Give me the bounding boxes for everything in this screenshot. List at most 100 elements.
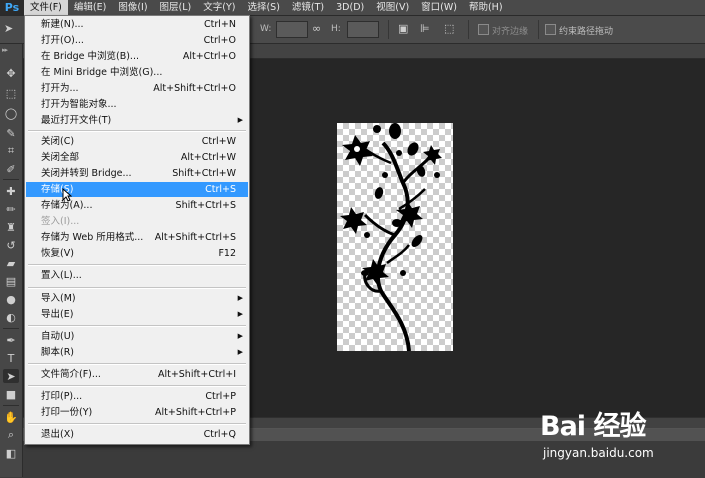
menu-item-automate[interactable]: 自动(U) ▶	[26, 329, 248, 344]
menu-item-label: 自动(U)	[41, 331, 75, 342]
align-edges-label: 对齐边缘	[492, 27, 529, 37]
submenu-arrow-icon: ▶	[237, 332, 243, 340]
menu-item-open-recent[interactable]: 最近打开文件(T) ▶	[26, 113, 248, 128]
move-tool-icon[interactable]: ✥	[3, 66, 19, 80]
menu-separator	[28, 130, 246, 132]
dodge-tool-icon[interactable]: ◐	[3, 310, 19, 324]
options-separator	[468, 20, 469, 39]
menu-item-open[interactable]: 打开(O)... Ctrl+O	[26, 33, 248, 48]
menu-item-place[interactable]: 置入(L)...	[26, 268, 248, 283]
move-tool-icon[interactable]: ➤	[4, 22, 13, 35]
menu-item-print-one-copy[interactable]: 打印一份(Y) Alt+Shift+Ctrl+P	[26, 405, 248, 420]
menu-separator	[28, 385, 246, 387]
menu-type[interactable]: 文字(Y)	[197, 0, 241, 15]
menu-separator	[28, 325, 246, 327]
menu-item-revert[interactable]: 恢复(V) F12	[26, 246, 248, 261]
menu-item-label: 打印(P)...	[41, 391, 83, 402]
menu-separator	[28, 423, 246, 425]
menu-file[interactable]: 文件(F)	[24, 0, 68, 15]
menu-separator	[28, 363, 246, 365]
path-selection-tool-icon[interactable]: ➤	[3, 369, 19, 383]
menu-filter[interactable]: 滤镜(T)	[286, 0, 330, 15]
blur-tool-icon[interactable]: ●	[3, 292, 19, 306]
menu-item-label: 导入(M)	[41, 293, 76, 304]
path-arrangement-icon[interactable]: ⬚	[444, 22, 454, 35]
menu-separator	[28, 287, 246, 289]
crop-tool-icon[interactable]: ⌗	[3, 144, 19, 158]
menu-item-shortcut: Alt+Ctrl+O	[182, 51, 236, 62]
constrain-path-checkbox[interactable]	[545, 24, 556, 35]
menu-item-shortcut: F12	[218, 248, 236, 259]
menu-item-export[interactable]: 导出(E) ▶	[26, 307, 248, 322]
brush-tool-icon[interactable]: ✏	[3, 202, 19, 216]
menu-item-print[interactable]: 打印(P)... Ctrl+P	[26, 389, 248, 404]
menu-item-new[interactable]: 新建(N)... Ctrl+N	[26, 17, 248, 32]
menu-item-save[interactable]: 存储(S) Ctrl+S	[26, 182, 248, 197]
menu-item-label: 打开(O)...	[41, 35, 84, 46]
menu-item-shortcut: Ctrl+O	[203, 35, 236, 46]
menu-view[interactable]: 视图(V)	[370, 0, 415, 15]
history-brush-tool-icon[interactable]: ↺	[3, 238, 19, 252]
menu-item-label: 打开为智能对象...	[41, 99, 117, 110]
eyedropper-tool-icon[interactable]: ✐	[3, 162, 19, 176]
watermark: Bai 经验 jingyan.baidu.com	[540, 400, 705, 477]
path-operations-icon[interactable]: ▣	[398, 22, 408, 35]
gradient-tool-icon[interactable]: ▤	[3, 274, 19, 288]
tools-panel: ▸▸ ✥ ⬚ ◯ ✎ ⌗ ✐ ✚ ✏ ♜ ↺ ▰ ▤ ● ◐ ✒ T ➤ ■ ✋…	[0, 44, 23, 477]
menu-item-close-all[interactable]: 关闭全部 Alt+Ctrl+W	[26, 150, 248, 165]
lasso-tool-icon[interactable]: ◯	[3, 106, 19, 120]
menu-item-open-as-smart-object[interactable]: 打开为智能对象...	[26, 97, 248, 112]
menu-item-close[interactable]: 关闭(C) Ctrl+W	[26, 134, 248, 149]
pen-tool-icon[interactable]: ✒	[3, 333, 19, 347]
menu-edit[interactable]: 编辑(E)	[68, 0, 112, 15]
marquee-tool-icon[interactable]: ⬚	[3, 86, 19, 100]
menu-separator	[28, 264, 246, 266]
hand-tool-icon[interactable]: ✋	[3, 410, 19, 424]
menu-item-save-as[interactable]: 存储为(A)... Shift+Ctrl+S	[26, 198, 248, 213]
width-input[interactable]	[276, 21, 308, 38]
menu-3d[interactable]: 3D(D)	[330, 0, 370, 15]
menu-item-save-for-web[interactable]: 存储为 Web 所用格式... Alt+Shift+Ctrl+S	[26, 230, 248, 245]
width-label: W:	[260, 24, 272, 34]
quick-select-tool-icon[interactable]: ✎	[3, 126, 19, 140]
menu-select[interactable]: 选择(S)	[241, 0, 285, 15]
menu-item-label: 打印一份(Y)	[41, 407, 93, 418]
clone-stamp-tool-icon[interactable]: ♜	[3, 220, 19, 234]
menu-item-label: 存储为 Web 所用格式...	[41, 232, 144, 243]
floral-silhouette-image	[340, 123, 442, 351]
menu-item-close-and-go-to-bridge[interactable]: 关闭并转到 Bridge... Shift+Ctrl+W	[26, 166, 248, 181]
constrain-path-label: 约束路径拖动	[559, 27, 614, 37]
tool-separator	[3, 405, 19, 406]
document-canvas[interactable]	[337, 123, 453, 351]
menu-image[interactable]: 图像(I)	[112, 0, 153, 15]
menu-item-scripts[interactable]: 脚本(R) ▶	[26, 345, 248, 360]
menu-window[interactable]: 窗口(W)	[415, 0, 463, 15]
menu-item-shortcut: Ctrl+Q	[203, 429, 236, 440]
height-label: H:	[331, 24, 341, 34]
collapse-icon[interactable]: ▸▸	[2, 46, 8, 54]
menu-item-label: 文件简介(F)...	[41, 369, 101, 380]
height-input[interactable]	[347, 21, 379, 38]
menu-item-browse-bridge[interactable]: 在 Bridge 中浏览(B)... Alt+Ctrl+O	[26, 49, 248, 64]
menu-help[interactable]: 帮助(H)	[463, 0, 509, 15]
align-edges-checkbox[interactable]	[478, 24, 489, 35]
zoom-tool-icon[interactable]: ⌕	[3, 428, 19, 442]
menu-item-exit[interactable]: 退出(X) Ctrl+Q	[26, 427, 248, 442]
eraser-tool-icon[interactable]: ▰	[3, 256, 19, 270]
healing-brush-tool-icon[interactable]: ✚	[3, 184, 19, 198]
link-icon[interactable]: ∞	[312, 22, 321, 35]
menu-item-label: 恢复(V)	[41, 248, 74, 259]
menu-item-import[interactable]: 导入(M) ▶	[26, 291, 248, 306]
type-tool-icon[interactable]: T	[3, 351, 19, 365]
mouse-cursor-icon	[62, 188, 72, 202]
menu-item-file-info[interactable]: 文件简介(F)... Alt+Shift+Ctrl+I	[26, 367, 248, 382]
menu-item-check-in: 签入(I)...	[26, 214, 248, 229]
menu-item-browse-mini-bridge[interactable]: 在 Mini Bridge 中浏览(G)...	[26, 65, 248, 80]
shape-tool-icon[interactable]: ■	[3, 387, 19, 401]
menu-item-label: 关闭并转到 Bridge...	[41, 168, 132, 179]
menu-layer[interactable]: 图层(L)	[154, 0, 198, 15]
color-swatch-icon[interactable]: ◧	[3, 446, 19, 460]
menu-item-open-as[interactable]: 打开为... Alt+Shift+Ctrl+O	[26, 81, 248, 96]
tool-separator	[3, 179, 19, 180]
path-alignment-icon[interactable]: ⊫	[420, 22, 430, 35]
